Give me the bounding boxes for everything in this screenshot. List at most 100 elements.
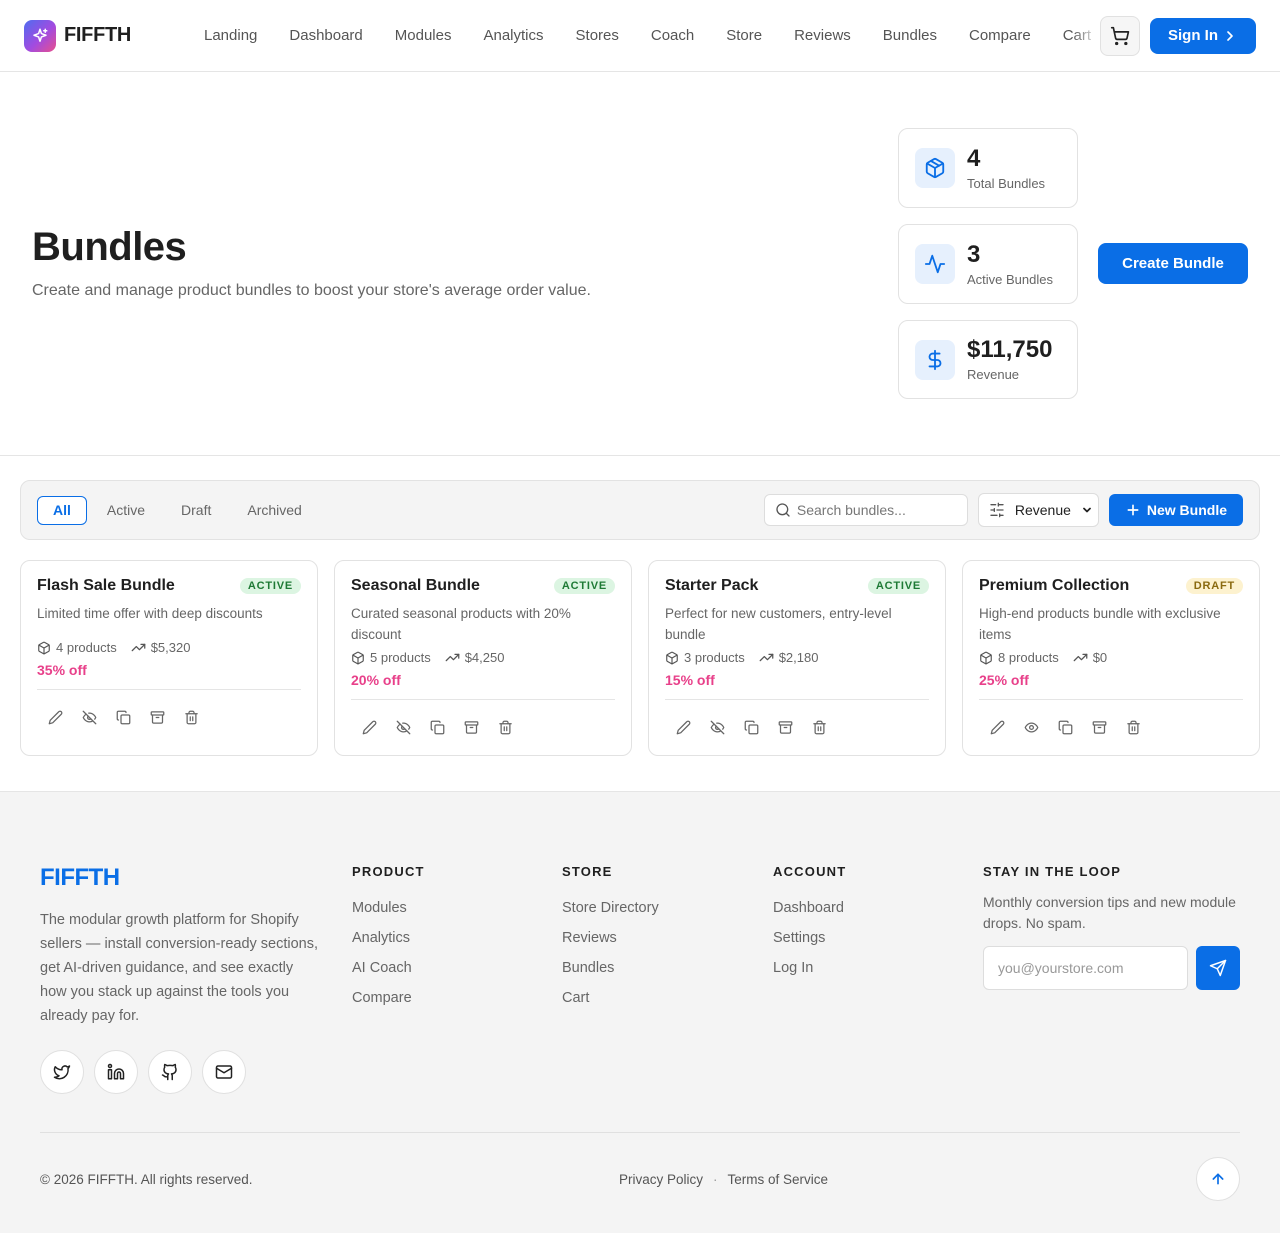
stat-revenue: $11,750 Revenue (898, 320, 1078, 399)
product-count-text: 3 products (684, 650, 745, 665)
bundle-description: Limited time offer with deep discounts (37, 606, 263, 621)
nav-cart[interactable]: Cart (1047, 16, 1100, 56)
box-icon (665, 651, 679, 665)
nav-reviews[interactable]: Reviews (778, 16, 867, 56)
edit-icon[interactable] (987, 718, 1007, 738)
footer-link-reviews[interactable]: Reviews (562, 923, 659, 953)
eye-off-icon[interactable] (393, 718, 413, 738)
product-count-text: 8 products (998, 650, 1059, 665)
privacy-policy-link[interactable]: Privacy Policy (619, 1172, 703, 1187)
eye-off-icon[interactable] (707, 718, 727, 738)
brand-logo[interactable]: FIFFTH (24, 19, 184, 52)
copy-icon[interactable] (741, 718, 761, 738)
copy-icon[interactable] (427, 718, 447, 738)
product-count: 5 products (351, 650, 431, 665)
search-icon (775, 502, 791, 518)
product-count-text: 4 products (56, 640, 117, 655)
status-badge: DRAFT (1185, 578, 1243, 594)
linkedin-link[interactable] (94, 1050, 138, 1094)
sparkle-icon (24, 19, 56, 52)
dollar-icon (915, 339, 955, 380)
nav-analytics[interactable]: Analytics (467, 16, 559, 56)
footer-link-dashboard[interactable]: Dashboard (773, 893, 846, 923)
footer-link-analytics[interactable]: Analytics (352, 923, 425, 953)
copy-icon[interactable] (1055, 718, 1075, 738)
footer-heading: STORE (562, 864, 613, 879)
card-actions (351, 699, 615, 755)
newsletter-heading: STAY IN THE LOOP (983, 864, 1122, 879)
trending-up-icon (759, 650, 774, 665)
legal-separator: · (713, 1172, 718, 1187)
eye-icon[interactable] (1021, 718, 1041, 738)
nav-dashboard[interactable]: Dashboard (273, 16, 378, 56)
nav-modules[interactable]: Modules (379, 16, 468, 56)
create-bundle-button[interactable]: Create Bundle (1098, 243, 1248, 284)
new-bundle-label: New Bundle (1146, 502, 1227, 518)
social-links (40, 1050, 320, 1094)
search-input[interactable] (796, 502, 947, 518)
footer-heading: PRODUCT (352, 864, 425, 879)
edit-icon[interactable] (673, 718, 693, 738)
tab-archived[interactable]: Archived (231, 496, 317, 525)
footer-link-ai-coach[interactable]: AI Coach (352, 953, 425, 983)
footer-col-product: PRODUCT Modules Analytics AI Coach Compa… (352, 864, 425, 1013)
footer-link-bundles[interactable]: Bundles (562, 953, 659, 983)
product-count: 4 products (37, 640, 117, 655)
terms-of-service-link[interactable]: Terms of Service (728, 1172, 829, 1187)
tab-draft[interactable]: Draft (165, 496, 227, 525)
cart-button[interactable] (1100, 15, 1140, 56)
footer-logo[interactable]: FIFFTH (40, 864, 320, 892)
trash-icon[interactable] (495, 718, 515, 738)
footer-link-settings[interactable]: Settings (773, 923, 846, 953)
footer-link-modules[interactable]: Modules (352, 893, 425, 923)
archive-icon[interactable] (775, 718, 795, 738)
sign-in-button[interactable]: Sign In (1150, 17, 1256, 54)
bundle-title: Flash Sale Bundle (37, 577, 175, 594)
nav-store[interactable]: Store (710, 16, 778, 56)
nav-coach[interactable]: Coach (635, 16, 710, 56)
github-link[interactable] (148, 1050, 192, 1094)
archive-icon[interactable] (147, 708, 167, 728)
footer-link-compare[interactable]: Compare (352, 983, 425, 1013)
nav-landing[interactable]: Landing (188, 16, 273, 56)
copy-icon[interactable] (113, 708, 133, 728)
plus-icon (1125, 502, 1141, 518)
card-actions (665, 699, 929, 755)
email-link[interactable] (202, 1050, 246, 1094)
footer-link-cart[interactable]: Cart (562, 983, 659, 1013)
back-to-top-button[interactable] (1196, 1157, 1240, 1201)
new-bundle-button[interactable]: New Bundle (1108, 494, 1243, 526)
brand-name: FIFFTH (64, 24, 132, 46)
trash-icon[interactable] (181, 708, 201, 728)
box-icon (979, 651, 993, 665)
footer-link-store-directory[interactable]: Store Directory (562, 893, 659, 923)
nav-stores[interactable]: Stores (560, 16, 635, 56)
bundle-title: Premium Collection (979, 577, 1130, 594)
nav-bundles[interactable]: Bundles (867, 16, 953, 56)
archive-icon[interactable] (461, 718, 481, 738)
send-icon (1209, 959, 1227, 977)
bundle-card: Seasonal Bundle ACTIVE Curated seasonal … (334, 560, 632, 756)
trash-icon[interactable] (809, 718, 829, 738)
stat-value: $11,750 (967, 336, 1053, 363)
discount-label: 15% off (665, 672, 715, 688)
tab-all[interactable]: All (37, 495, 87, 525)
chevron-down-icon (1081, 504, 1093, 516)
edit-icon[interactable] (359, 718, 379, 738)
stat-total-bundles: 4 Total Bundles (898, 128, 1078, 208)
archive-icon[interactable] (1089, 718, 1109, 738)
bundle-revenue: $0 (1073, 650, 1107, 665)
edit-icon[interactable] (45, 708, 65, 728)
tab-active[interactable]: Active (91, 496, 161, 525)
twitter-link[interactable] (40, 1050, 84, 1094)
eye-off-icon[interactable] (79, 708, 99, 728)
sort-select[interactable]: Revenue (977, 493, 1099, 527)
newsletter-text: Monthly conversion tips and new module d… (983, 894, 1236, 931)
newsletter-email-input[interactable] (983, 946, 1188, 990)
trash-icon[interactable] (1123, 718, 1143, 738)
newsletter-submit-button[interactable] (1196, 946, 1240, 990)
footer-link-log-in[interactable]: Log In (773, 953, 846, 983)
box-icon (37, 641, 51, 655)
nav-compare[interactable]: Compare (953, 16, 1047, 56)
hero-section: Bundles Create and manage product bundle… (0, 72, 1280, 456)
